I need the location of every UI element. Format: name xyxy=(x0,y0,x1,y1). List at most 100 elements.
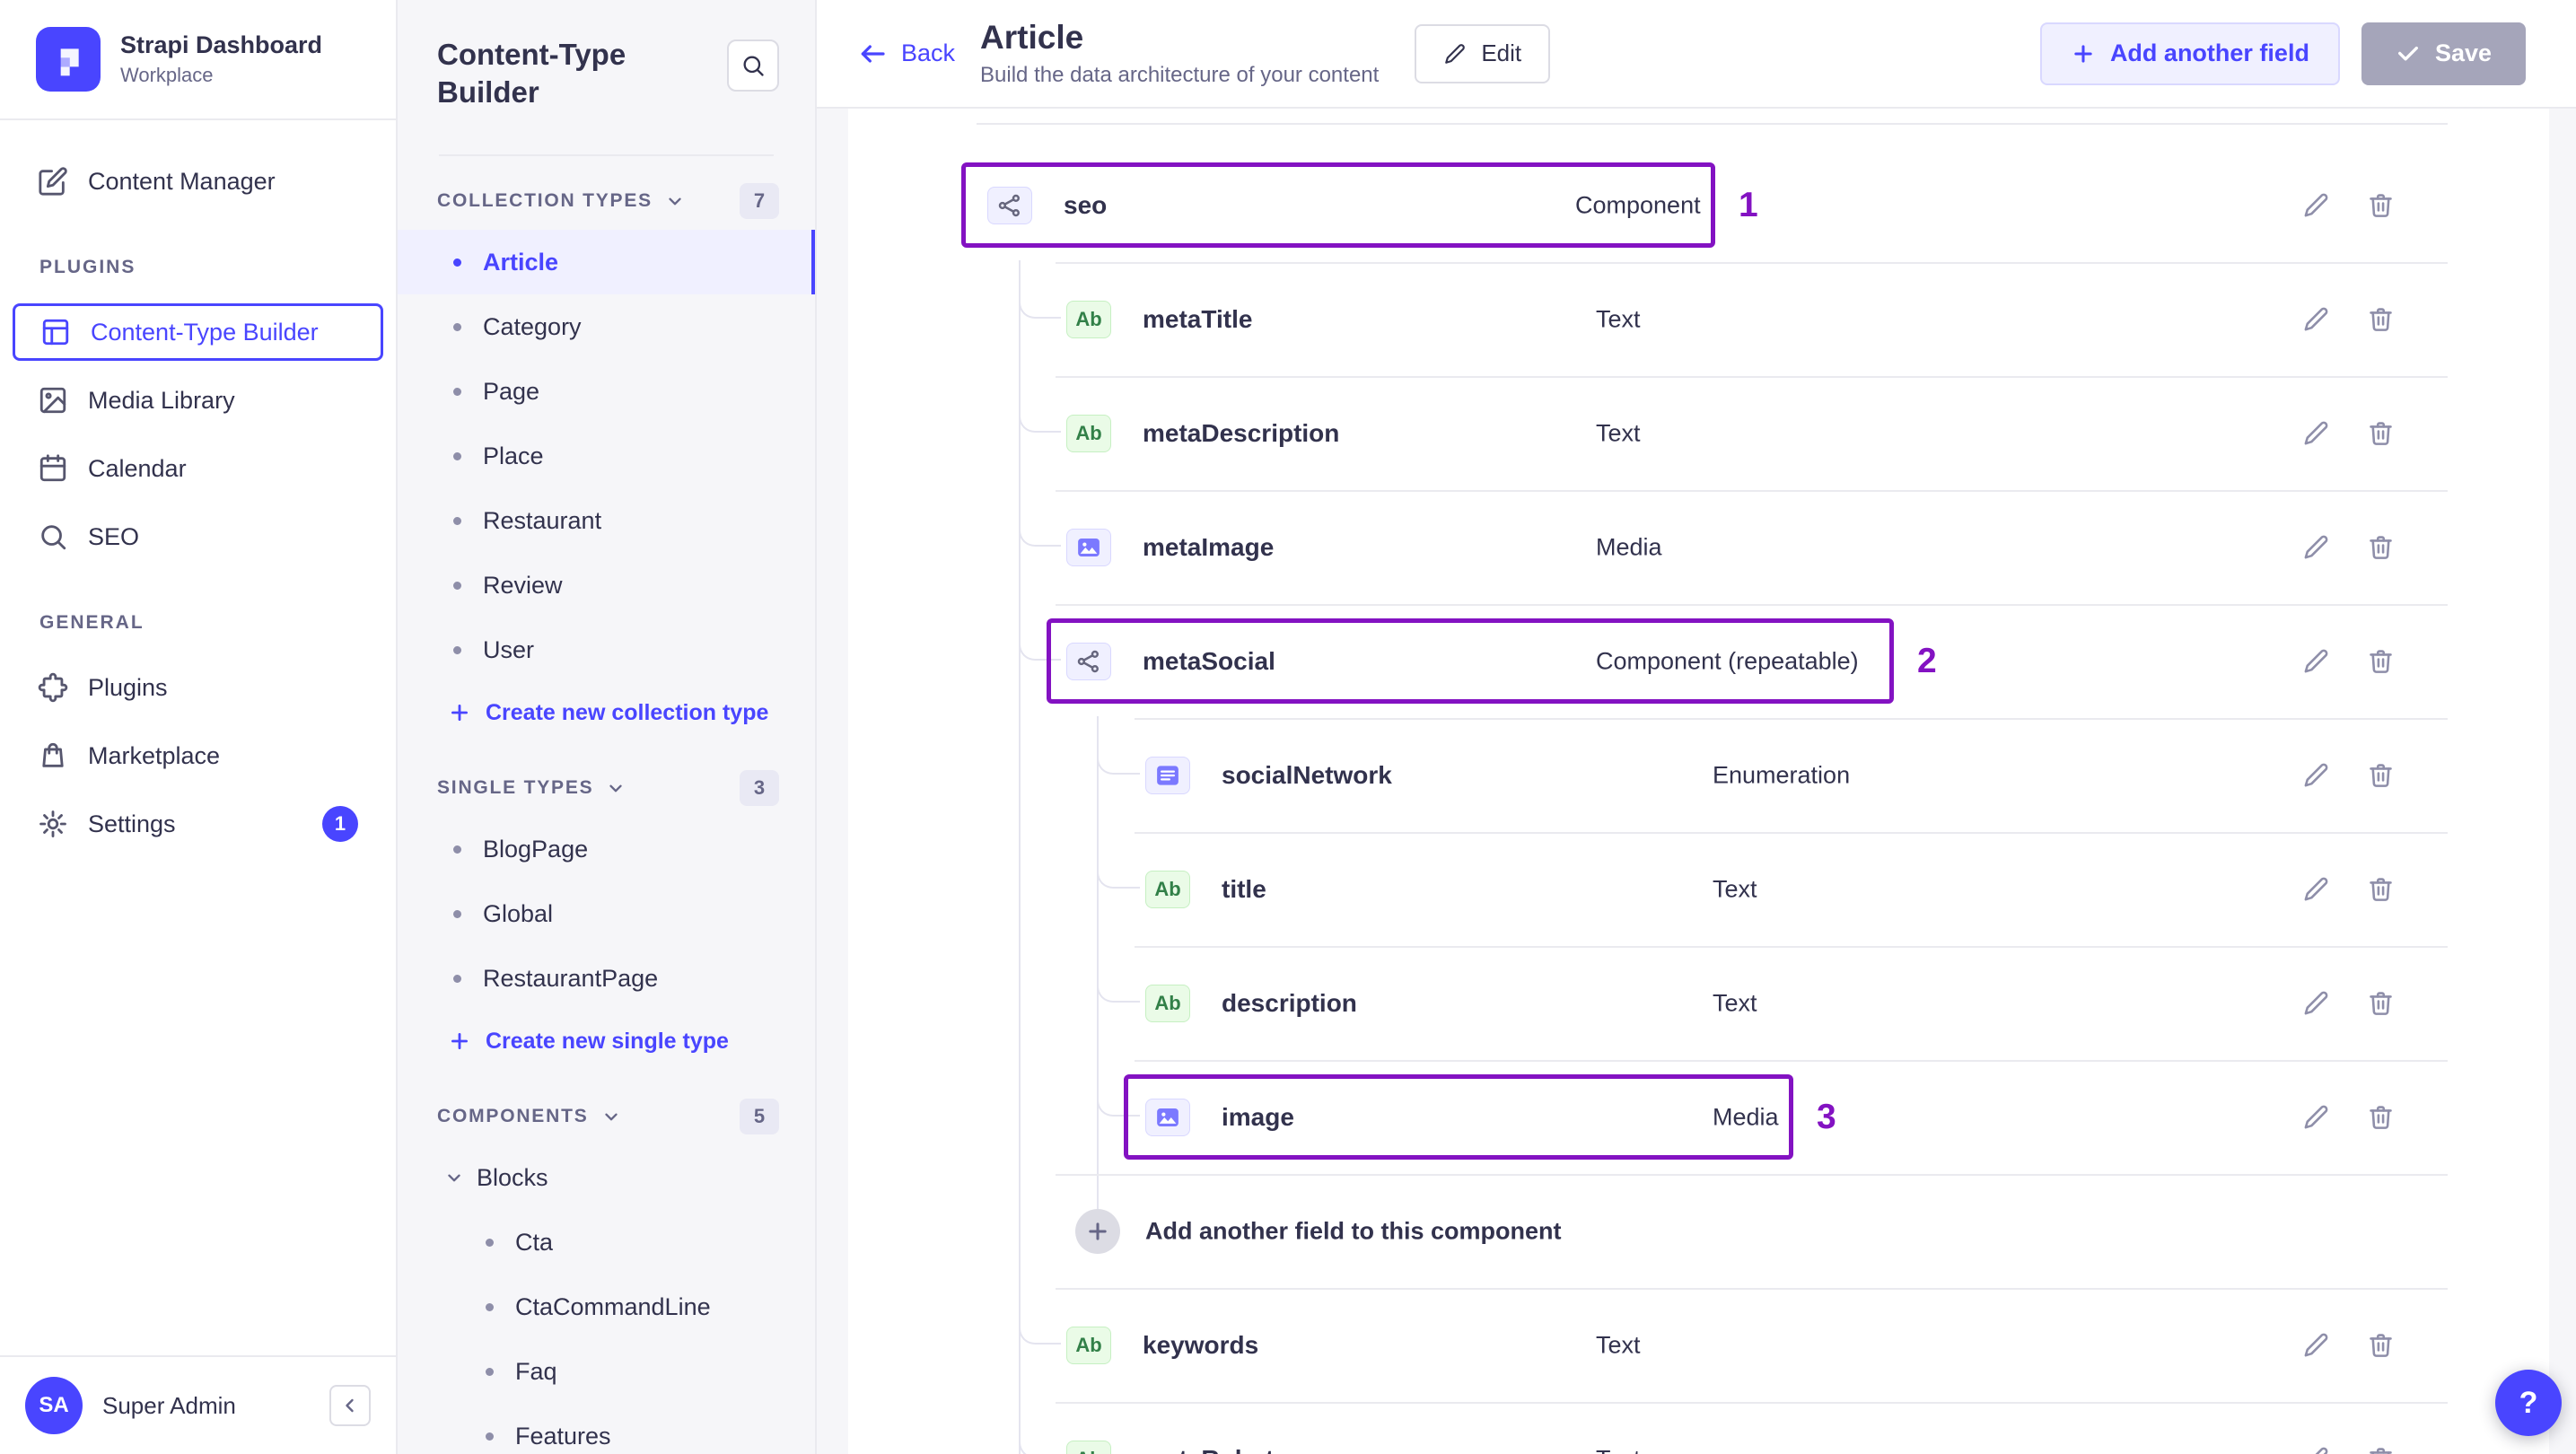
delete-field-button[interactable] xyxy=(2360,1097,2401,1138)
help-button[interactable]: ? xyxy=(2495,1370,2562,1436)
edit-field-button[interactable] xyxy=(2295,299,2336,340)
tree-elbow xyxy=(1019,1400,1061,1454)
edit-field-button[interactable] xyxy=(2295,983,2336,1024)
subnav-section-label: COMPONENTS xyxy=(437,1106,589,1126)
field-type: Text xyxy=(1713,989,1757,1016)
subnav-item-review[interactable]: Review xyxy=(398,553,815,618)
text-icon: Ab xyxy=(1066,1440,1111,1454)
subnav-body: COLLECTION TYPES 7 Article Category Page Plac… xyxy=(398,156,815,1454)
subnav-item-user[interactable]: User xyxy=(398,618,815,682)
edit-field-button[interactable] xyxy=(2295,413,2336,454)
subnav-item-global[interactable]: Global xyxy=(398,881,815,946)
subnav-item-cta[interactable]: Cta xyxy=(398,1210,815,1274)
add-field-button[interactable] xyxy=(1075,1208,1120,1254)
annotation-number: 1 xyxy=(1739,185,1758,224)
sidebar-item-plugins[interactable]: Plugins xyxy=(13,659,383,716)
field-name: title xyxy=(1222,874,1266,903)
subnav-section-components[interactable]: COMPONENTS 5 xyxy=(398,1072,815,1145)
tree-elbow xyxy=(1019,488,1061,547)
delete-field-button[interactable] xyxy=(2360,1325,2401,1366)
delete-field-button[interactable] xyxy=(2360,185,2401,226)
subnav-item-restaurantpage[interactable]: RestaurantPage xyxy=(398,946,815,1011)
sidebar-item-media-library[interactable]: Media Library xyxy=(13,372,383,429)
search-button[interactable] xyxy=(727,39,779,92)
row-divider xyxy=(1056,262,2448,264)
image-icon xyxy=(38,385,68,416)
edit-field-button[interactable] xyxy=(2295,185,2336,226)
subnav-section-collection-types[interactable]: COLLECTION TYPES 7 xyxy=(398,156,815,230)
create-new-collection-type-link[interactable]: Create new collection type xyxy=(398,682,815,743)
edit-field-button[interactable] xyxy=(2295,1325,2336,1366)
subnav-item-article[interactable]: Article xyxy=(398,230,815,294)
bullet-icon xyxy=(453,387,461,396)
edit-button[interactable]: Edit xyxy=(1415,23,1551,83)
delete-field-button[interactable] xyxy=(2360,1439,2401,1454)
nav-section-label-plugins: PLUGINS xyxy=(39,257,136,277)
edit-field-button[interactable] xyxy=(2295,1439,2336,1454)
back-label: Back xyxy=(901,39,956,66)
collapse-sidebar-button[interactable] xyxy=(329,1385,371,1426)
plus-icon xyxy=(448,701,471,724)
add-another-field-button[interactable]: Add another field xyxy=(2039,22,2340,85)
delete-field-button[interactable] xyxy=(2360,641,2401,682)
subnav-item-page[interactable]: Page xyxy=(398,359,815,424)
edit-field-button[interactable] xyxy=(2295,527,2336,568)
fields-card: seo Component 1 Ab metaTitle Text Ab metaDescri… xyxy=(848,109,2549,1454)
sidebar-item-settings[interactable]: Settings 1 xyxy=(13,795,383,853)
sidebar-item-label: SEO xyxy=(88,522,140,550)
back-link[interactable]: Back xyxy=(858,39,955,68)
delete-field-button[interactable] xyxy=(2360,299,2401,340)
subnav-item-label: Features xyxy=(515,1422,611,1450)
row-divider xyxy=(1135,1060,2448,1062)
subnav-item-place[interactable]: Place xyxy=(398,424,815,488)
bullet-icon xyxy=(486,1302,494,1311)
subnav-group-blocks[interactable]: Blocks xyxy=(398,1145,815,1210)
add-field-button-label: Add another field xyxy=(2109,39,2309,66)
sidebar-item-content-manager[interactable]: Content Manager xyxy=(13,153,383,210)
delete-field-button[interactable] xyxy=(2360,869,2401,910)
sidebar-item-marketplace[interactable]: Marketplace xyxy=(13,727,383,784)
field-name: metaSocial xyxy=(1143,646,1275,675)
sidebar-item-calendar[interactable]: Calendar xyxy=(13,440,383,497)
edit-field-button[interactable] xyxy=(2295,869,2336,910)
user-name: Super Admin xyxy=(102,1391,236,1419)
subnav-item-label: Page xyxy=(483,377,540,405)
plus-icon xyxy=(448,1029,471,1053)
edit-field-button[interactable] xyxy=(2295,641,2336,682)
subnav-item-faq[interactable]: Faq xyxy=(398,1339,815,1404)
subnav-item-ctacommandline[interactable]: CtaCommandLine xyxy=(398,1274,815,1339)
bullet-icon xyxy=(453,974,461,983)
tree-elbow xyxy=(1097,830,1140,889)
component-icon xyxy=(1066,642,1111,680)
bullet-icon xyxy=(453,451,461,460)
create-new-single-type-link[interactable]: Create new single type xyxy=(398,1011,815,1072)
edit-field-button[interactable] xyxy=(2295,1097,2336,1138)
sidebar-item-seo[interactable]: SEO xyxy=(13,508,383,565)
page-header: Back Article Build the data architecture… xyxy=(817,0,2576,109)
edit-field-button[interactable] xyxy=(2295,755,2336,796)
delete-field-button[interactable] xyxy=(2360,755,2401,796)
field-row-metasocial: metaSocial Component (repeatable) 2 xyxy=(848,602,2549,718)
tree-elbow xyxy=(1097,716,1140,775)
sidebar-item-label: Media Library xyxy=(88,386,235,414)
subnav-item-features[interactable]: Features xyxy=(398,1404,815,1454)
subnav-header: Content-Type Builder xyxy=(398,0,815,154)
subnav-item-blogpage[interactable]: BlogPage xyxy=(398,817,815,881)
bullet-icon xyxy=(453,645,461,654)
subnav-item-restaurant[interactable]: Restaurant xyxy=(398,488,815,553)
subnav-section-single-types[interactable]: SINGLE TYPES 3 xyxy=(398,743,815,817)
subnav-item-category[interactable]: Category xyxy=(398,294,815,359)
sidebar-item-label: Settings xyxy=(88,810,176,837)
delete-field-button[interactable] xyxy=(2360,413,2401,454)
search-icon xyxy=(38,521,68,552)
tree-elbow xyxy=(1019,1286,1061,1345)
row-divider xyxy=(1056,376,2448,378)
add-field-to-component-row[interactable]: Add another field to this component xyxy=(848,1174,2549,1288)
sidebar-item-content-type-builder[interactable]: Content-Type Builder xyxy=(13,303,383,361)
sidebar-item-label: Content-Type Builder xyxy=(91,318,319,346)
avatar: SA xyxy=(25,1377,83,1434)
section-count-badge: 5 xyxy=(740,1099,779,1134)
delete-field-button[interactable] xyxy=(2360,983,2401,1024)
delete-field-button[interactable] xyxy=(2360,527,2401,568)
save-button[interactable]: Save xyxy=(2361,22,2526,85)
